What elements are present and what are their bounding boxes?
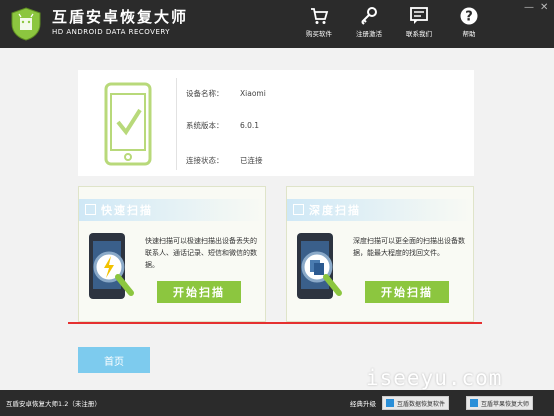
quick-scan-header: 快速扫描 <box>79 199 265 221</box>
nav-contact[interactable]: 联系我们 <box>394 6 444 42</box>
nav-help[interactable]: ? 帮助 <box>444 6 494 42</box>
app-mini-icon <box>470 399 478 407</box>
phone-check-icon <box>104 82 152 166</box>
deep-scan-description: 深度扫描可以更全面的扫描出设备数据，能最大程度的找回文件。 <box>353 237 465 257</box>
hd-data-recovery-label: 互盾数据恢复软件 <box>397 400 446 408</box>
close-button[interactable]: ✕ <box>540 2 548 13</box>
deep-scan-card[interactable]: 深度扫描 深度扫描可以更全面的扫描出设备数据，能最大程度的找回文件。 开始扫描 <box>286 186 474 322</box>
device-status-value: 已连接 <box>240 156 263 165</box>
checkbox-icon <box>293 204 304 215</box>
nav-buy-label: 购买软件 <box>306 30 332 38</box>
chat-icon <box>410 7 428 24</box>
deep-scan-start-button[interactable]: 开始扫描 <box>365 281 449 303</box>
quick-scan-description: 快速扫描可以极速扫描出设备丢失的联系人、通话记录、短信和微信的数据。 <box>145 237 257 269</box>
nav-register-label: 注册激活 <box>356 30 382 38</box>
device-version-label: 系统版本： <box>186 121 224 130</box>
annotation-underline <box>68 322 482 324</box>
nav-buy-software[interactable]: 购买软件 <box>294 6 344 42</box>
svg-text:?: ? <box>465 10 473 25</box>
device-status-row: 连接状态： 已连接 <box>186 155 263 166</box>
minimize-button[interactable]: — <box>524 2 534 13</box>
device-name-value: Xiaomi <box>240 89 266 98</box>
shield-logo-icon <box>11 7 41 41</box>
device-divider <box>176 78 177 170</box>
home-button[interactable]: 首页 <box>78 347 150 373</box>
watermark-text: iseeyu.com <box>366 366 503 390</box>
recommend-text: 经典升级 <box>350 400 376 408</box>
device-version-value: 6.0.1 <box>240 121 260 130</box>
deep-scan-header: 深度扫描 <box>287 199 473 221</box>
device-name-row: 设备名称： Xiaomi <box>186 88 266 99</box>
lightning-phone-icon <box>89 233 134 299</box>
device-version-row: 系统版本： 6.0.1 <box>186 120 259 131</box>
device-status-label: 连接状态： <box>186 156 224 165</box>
magnifier-phone-icon <box>297 233 342 299</box>
quick-scan-title: 快速扫描 <box>101 204 153 217</box>
app-mini-icon <box>386 399 394 407</box>
nav-contact-label: 联系我们 <box>406 30 432 38</box>
help-icon: ? <box>460 7 478 25</box>
title-bar: 互盾安卓恢复大师 HD ANDROID DATA RECOVERY 购买软件 注… <box>0 0 554 48</box>
app-title: 互盾安卓恢复大师 <box>52 8 189 26</box>
hd-ios-recovery-label: 互盾苹果恢复大师 <box>481 400 530 408</box>
app-subtitle: HD ANDROID DATA RECOVERY <box>52 28 171 36</box>
nav-help-label: 帮助 <box>462 30 476 38</box>
deep-scan-title: 深度扫描 <box>309 204 361 217</box>
nav-register[interactable]: 注册激活 <box>344 6 394 42</box>
checkbox-icon <box>85 204 96 215</box>
device-name-label: 设备名称： <box>186 89 224 98</box>
hd-data-recovery-button[interactable]: 互盾数据恢复软件 <box>382 396 450 410</box>
quick-scan-start-button[interactable]: 开始扫描 <box>157 281 241 303</box>
key-icon <box>361 7 377 25</box>
quick-scan-card[interactable]: 快速扫描 快速扫描可以极速扫描出设备丢失的联系人、通话记录、短信和微信的数据。 … <box>78 186 266 322</box>
hd-ios-recovery-button[interactable]: 互盾苹果恢复大师 <box>466 396 534 410</box>
cart-icon <box>311 8 329 24</box>
status-bar: 互盾安卓恢复大师1.2（未注册） 经典升级 互盾数据恢复软件 互盾苹果恢复大师 <box>0 390 554 416</box>
version-text: 互盾安卓恢复大师1.2（未注册） <box>6 400 101 408</box>
